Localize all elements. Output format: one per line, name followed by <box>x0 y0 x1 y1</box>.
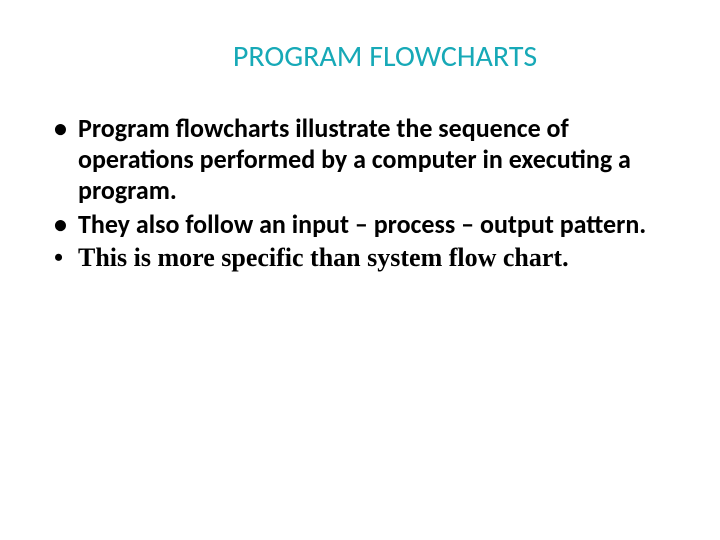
slide: PROGRAM FLOWCHARTS Program flowcharts il… <box>0 0 720 540</box>
slide-title: PROGRAM FLOWCHARTS <box>0 38 720 75</box>
list-item: Program flowcharts illustrate the sequen… <box>78 113 680 207</box>
list-item: They also follow an input – process – ou… <box>78 209 680 240</box>
list-item: This is more specific than system flow c… <box>78 242 680 273</box>
bullet-list: Program flowcharts illustrate the sequen… <box>0 113 720 273</box>
